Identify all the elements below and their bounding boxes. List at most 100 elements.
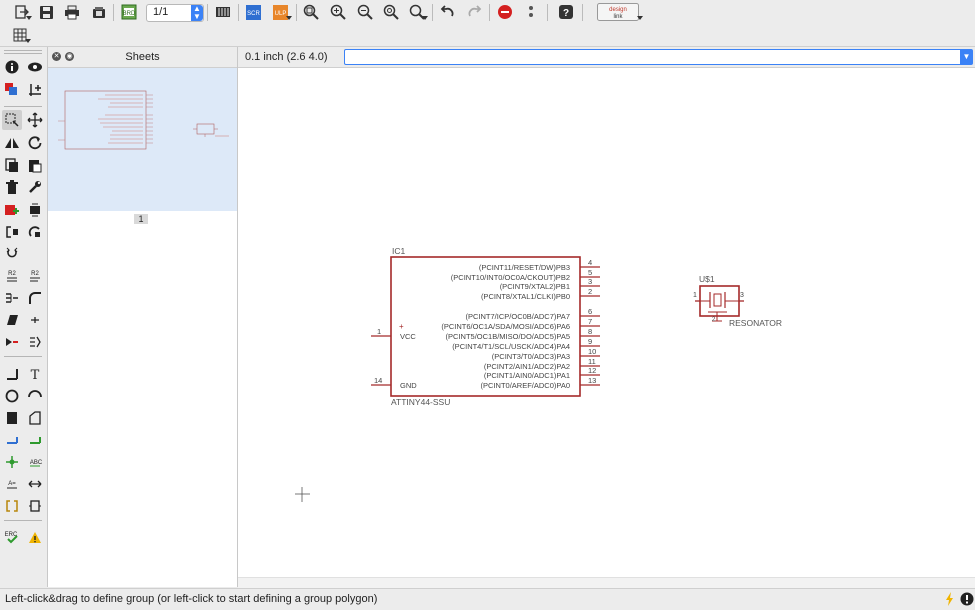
attribute-icon[interactable]: A= — [2, 474, 22, 494]
warning-icon[interactable] — [25, 527, 45, 547]
main-toolbar: BRD 1/1 ▲ ▼ SCR ULP ? design link — [0, 0, 975, 26]
copy-icon[interactable] — [2, 155, 22, 175]
pin-swap-icon[interactable] — [25, 222, 45, 242]
add-part-icon[interactable] — [2, 200, 22, 220]
text-icon[interactable]: T — [25, 364, 45, 384]
svg-text:R2: R2 — [31, 271, 39, 277]
pin-name: (PCINT0/AREF/ADC0)PA0 — [481, 381, 570, 390]
optimize-icon[interactable] — [25, 310, 45, 330]
erc-icon[interactable]: ERC — [2, 527, 22, 547]
undo-icon[interactable] — [437, 2, 459, 22]
polygon-icon[interactable] — [25, 408, 45, 428]
swap-icon[interactable] — [2, 244, 22, 264]
sheets-title: Sheets — [125, 51, 160, 63]
pin-number: 10 — [588, 347, 596, 356]
svg-text:ABC: ABC — [30, 460, 42, 466]
pin-number: 12 — [588, 366, 596, 375]
sheet-selector[interactable]: 1/1 ▲ ▼ — [146, 4, 204, 22]
mark-icon[interactable] — [25, 80, 45, 100]
bus-icon[interactable] — [25, 430, 45, 450]
go-icon[interactable] — [520, 2, 542, 22]
sheets-header: ✕ ◉ Sheets — [48, 47, 237, 68]
pin-name: (PCINT8/XTAL1/CLKI)PB0 — [481, 292, 570, 301]
resonator-name: U$1 — [699, 274, 715, 284]
resonator-symbol[interactable] — [695, 285, 744, 322]
pin-number: 3 — [740, 292, 744, 299]
show-eye-icon[interactable] — [25, 57, 45, 77]
wrench-icon[interactable] — [25, 177, 45, 197]
sheet-number[interactable]: 1 — [134, 214, 148, 224]
miter-icon[interactable] — [25, 288, 45, 308]
sheet-thumbnail[interactable] — [48, 68, 237, 211]
gate-swap-icon[interactable] — [2, 222, 22, 242]
chevron-down-icon[interactable]: ▼ — [960, 49, 973, 65]
zoom-select-icon[interactable] — [406, 2, 428, 22]
tool-palette: R2 R2 T ABC A= ERC — [0, 47, 48, 587]
ic-value: ATTINY44-SSU — [391, 397, 450, 407]
help-icon[interactable]: ? — [555, 2, 577, 22]
pin-number: 1 — [377, 327, 381, 336]
pin-number: 6 — [588, 307, 592, 316]
redo-icon[interactable] — [463, 2, 485, 22]
schematic-drawing: IC1 ATTINY44-SSU 1 14 VCC GND + (PCINT11… — [295, 246, 782, 502]
rotate-icon[interactable] — [25, 133, 45, 153]
dimension-icon[interactable] — [25, 474, 45, 494]
module-port-icon[interactable] — [2, 496, 22, 516]
zoom-redraw-icon[interactable] — [380, 2, 402, 22]
pin-name: (PCINT11/RESET/DW)PB3 — [479, 263, 570, 272]
circle-icon[interactable] — [2, 386, 22, 406]
spin-arrows-icon[interactable]: ▲ ▼ — [191, 5, 203, 21]
display-layers-icon[interactable] — [2, 80, 22, 100]
horizontal-scrollbar[interactable] — [238, 577, 975, 588]
command-bar: 0.1 inch (2.6 4.0) ▼ — [238, 47, 975, 68]
module-icon[interactable] — [25, 496, 45, 516]
gateswap-icon[interactable] — [25, 332, 45, 352]
pin-number: 2 — [712, 317, 716, 323]
status-bar: Left-click&drag to define group (or left… — [0, 588, 975, 610]
ic-name: IC1 — [392, 246, 406, 256]
delete-icon[interactable] — [2, 177, 22, 197]
pin-number: 3 — [588, 277, 592, 286]
lightning-icon[interactable] — [945, 592, 955, 609]
info-icon[interactable] — [2, 57, 22, 77]
smash-icon[interactable]: R2 — [25, 266, 45, 286]
mirror-icon[interactable] — [2, 133, 22, 153]
value-icon[interactable]: R2 — [2, 266, 22, 286]
group-icon[interactable] — [2, 110, 22, 130]
zoom-out-icon[interactable] — [354, 2, 376, 22]
wire-icon[interactable] — [2, 364, 22, 384]
print-icon[interactable] — [61, 2, 83, 22]
split-icon[interactable] — [2, 288, 22, 308]
replace-icon[interactable] — [25, 200, 45, 220]
pin-name: (PCINT5/OC1B/MISO/DO/ADC5)PA5 — [446, 332, 570, 341]
ulp-icon[interactable]: ULP — [270, 2, 292, 22]
arc-icon[interactable] — [25, 386, 45, 406]
junction-icon[interactable] — [2, 452, 22, 472]
layer-settings-icon[interactable] — [212, 2, 234, 22]
command-input[interactable] — [344, 49, 966, 65]
schematic-canvas[interactable]: IC1 ATTINY44-SSU 1 14 VCC GND + (PCINT11… — [238, 68, 975, 577]
paste-icon[interactable] — [25, 155, 45, 175]
pin-number: 14 — [374, 376, 382, 385]
design-link-icon[interactable]: design link — [593, 2, 643, 22]
move-icon[interactable] — [25, 110, 45, 130]
board-icon[interactable]: BRD — [118, 2, 140, 22]
rect-icon[interactable] — [2, 408, 22, 428]
invoke-icon[interactable] — [2, 332, 22, 352]
stop-icon[interactable] — [494, 2, 516, 22]
pin-name: (PCINT7/ICP/OC0B/ADC7)PA7 — [466, 312, 570, 321]
zoom-fit-icon[interactable] — [300, 2, 322, 22]
net-icon[interactable] — [2, 430, 22, 450]
pin-name: (PCINT6/OC1A/SDA/MOSI/ADC6)PA6 — [441, 322, 570, 331]
zoom-in-icon[interactable] — [327, 2, 349, 22]
save-icon[interactable] — [35, 2, 57, 22]
label-icon[interactable]: ABC — [25, 452, 45, 472]
cam-icon[interactable] — [88, 2, 110, 22]
svg-text:?: ? — [563, 8, 569, 19]
open-icon[interactable] — [10, 2, 32, 22]
svg-text:SCR: SCR — [247, 11, 260, 17]
scr-icon[interactable]: SCR — [243, 2, 265, 22]
slice-icon[interactable] — [2, 310, 22, 330]
grid-icon[interactable] — [9, 25, 31, 45]
stop-command-icon[interactable] — [960, 592, 974, 609]
